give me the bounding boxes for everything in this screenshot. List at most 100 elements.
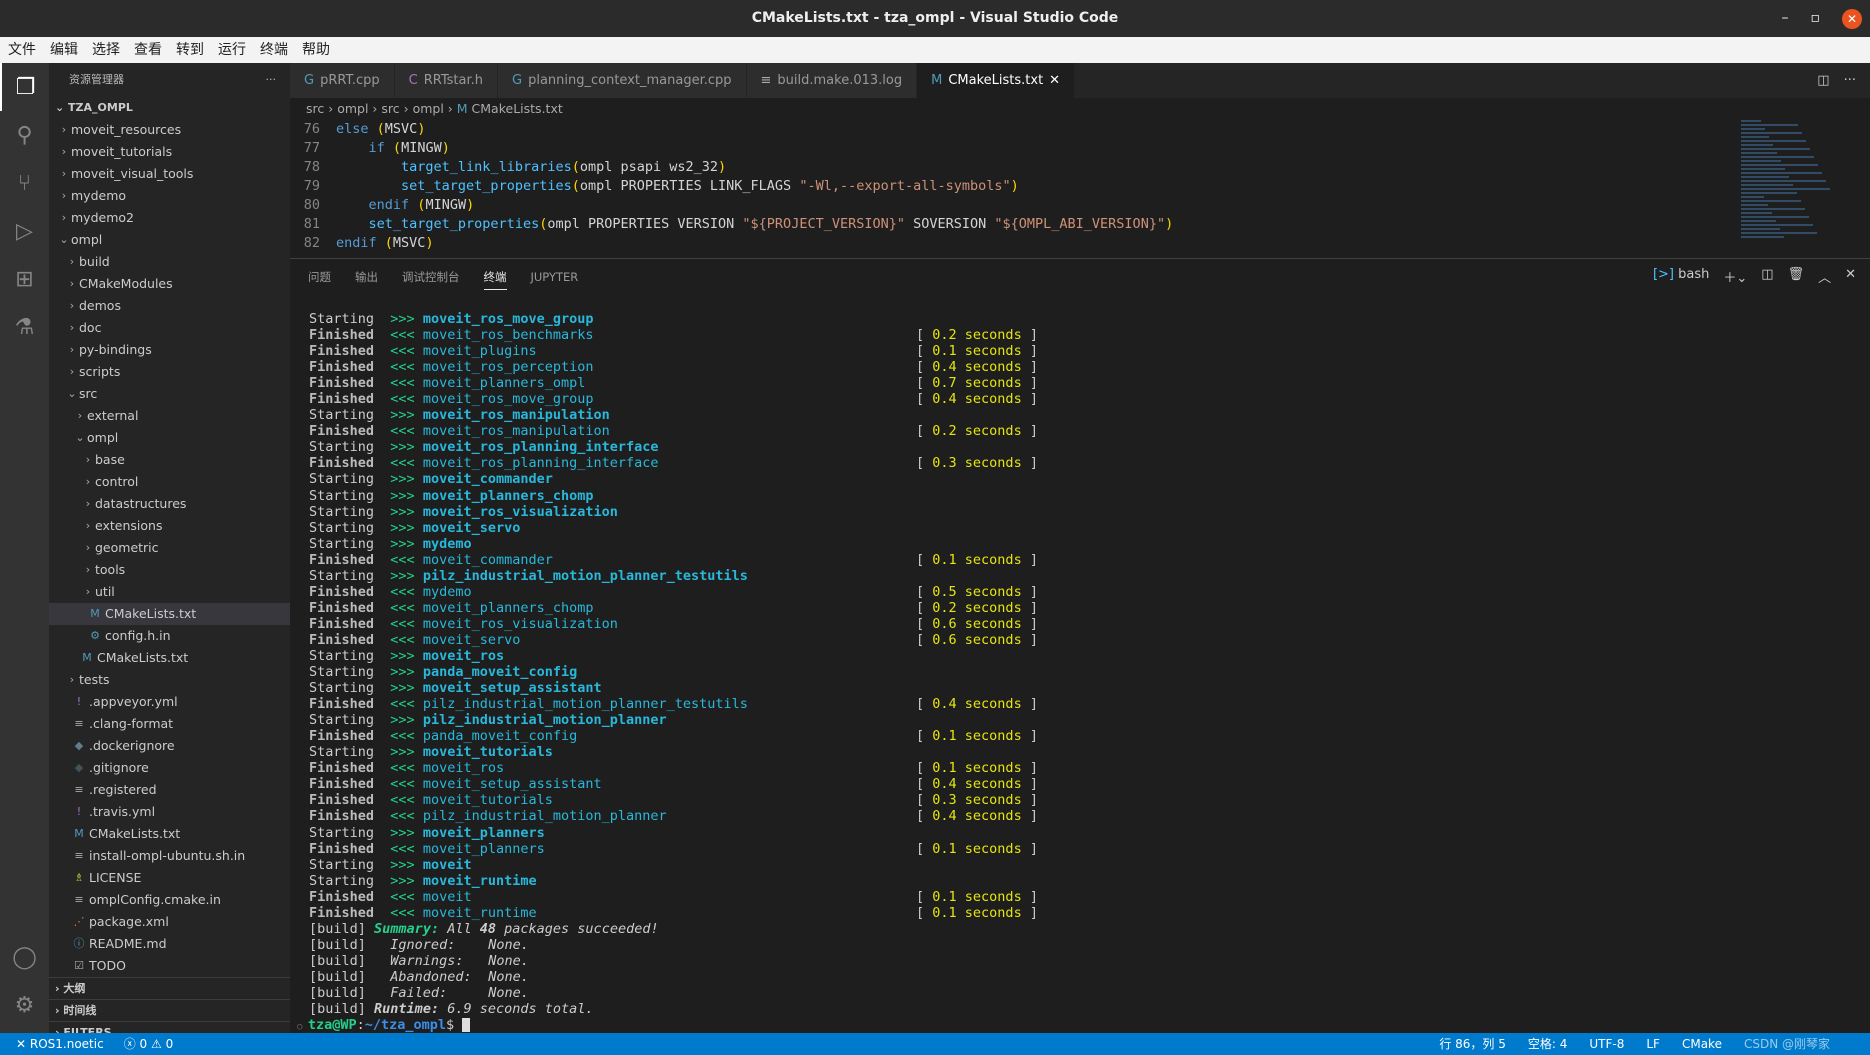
more-actions-icon[interactable]: ··· xyxy=(266,63,277,97)
folder-item[interactable]: › mydemo xyxy=(49,185,290,207)
maximize-button[interactable]: ▫ xyxy=(1811,0,1821,37)
trash-icon[interactable]: 🗑 xyxy=(1788,267,1805,286)
breadcrumb-item[interactable]: ompl xyxy=(337,101,368,116)
editor-tab[interactable]: Gplanning_context_manager.cpp xyxy=(498,63,747,98)
close-tab-icon[interactable]: ✕ xyxy=(1049,63,1060,98)
folder-item[interactable]: › py-bindings xyxy=(49,339,290,361)
new-terminal-icon[interactable]: ＋⌄ xyxy=(1723,267,1747,286)
panel-tab[interactable]: JUPYTER xyxy=(531,270,579,284)
folder-item[interactable]: › base xyxy=(49,449,290,471)
file-item[interactable]: ≡ omplConfig.cmake.in xyxy=(49,889,290,911)
menu-item[interactable]: 终端 xyxy=(260,37,288,63)
minimap-line xyxy=(1741,128,1765,130)
close-panel-icon[interactable]: ✕ xyxy=(1845,267,1856,286)
account-icon[interactable]: ◯ xyxy=(0,933,49,981)
search-icon[interactable]: ⚲ xyxy=(0,111,49,159)
more-actions-icon[interactable]: ··· xyxy=(1844,63,1856,98)
minimap[interactable] xyxy=(1735,118,1857,258)
testing-icon[interactable]: ⚗ xyxy=(0,303,49,351)
file-item[interactable]: ⓘ README.md xyxy=(49,933,290,955)
sidebar-section[interactable]: › 大纲 xyxy=(49,977,290,999)
file-type-icon: ! xyxy=(76,695,82,708)
panel-tab[interactable]: 输出 xyxy=(355,269,378,285)
menu-item[interactable]: 选择 xyxy=(92,37,120,63)
file-item[interactable]: ≡ install-ompl-ubuntu.sh.in xyxy=(49,845,290,867)
panel-tab[interactable]: 终端 xyxy=(483,269,507,290)
folder-item[interactable]: › tools xyxy=(49,559,290,581)
folder-item[interactable]: › external xyxy=(49,405,290,427)
menu-item[interactable]: 查看 xyxy=(134,37,162,63)
menu-item[interactable]: 编辑 xyxy=(50,37,78,63)
folder-item[interactable]: ⌄ src xyxy=(49,383,290,405)
menu-item[interactable]: 转到 xyxy=(176,37,204,63)
sidebar-section[interactable]: › 时间线 xyxy=(49,999,290,1021)
folder-item[interactable]: ⌄ ompl xyxy=(49,229,290,251)
menu-item[interactable]: 运行 xyxy=(218,37,246,63)
panel-tab[interactable]: 问题 xyxy=(308,269,331,285)
breadcrumb-item[interactable]: src xyxy=(381,101,399,116)
remote-indicator[interactable]: ✕ ROS1.noetic xyxy=(16,1033,104,1055)
terminal-shell[interactable]: [>] bash xyxy=(1653,267,1709,286)
folder-item[interactable]: › build xyxy=(49,251,290,273)
close-window-button[interactable]: ✕ xyxy=(1842,8,1862,29)
split-terminal-icon[interactable]: ◫ xyxy=(1761,267,1773,286)
file-item[interactable]: ◆ .dockerignore xyxy=(49,735,290,757)
folder-item[interactable]: › moveit_tutorials xyxy=(49,141,290,163)
panel-tab[interactable]: 调试控制台 xyxy=(402,269,460,285)
language-mode[interactable]: CMake xyxy=(1682,1033,1722,1055)
file-item[interactable]: ◆ .gitignore xyxy=(49,757,290,779)
editor-tab[interactable]: GpRRT.cpp xyxy=(290,63,395,98)
file-item[interactable]: ⚙ config.h.in xyxy=(49,625,290,647)
breadcrumb-item[interactable]: ompl xyxy=(413,101,444,116)
file-item[interactable]: ! .travis.yml xyxy=(49,801,290,823)
folder-item[interactable]: › datastructures xyxy=(49,493,290,515)
gear-icon[interactable]: ⚙ xyxy=(0,981,49,1029)
editor-tab[interactable]: ≡ build.make.013.log xyxy=(746,63,918,98)
minimize-button[interactable]: – xyxy=(1782,0,1789,37)
file-item[interactable]: M CMakeLists.txt xyxy=(49,823,290,845)
file-item[interactable]: ! .appveyor.yml xyxy=(49,691,290,713)
folder-item[interactable]: › tests xyxy=(49,669,290,691)
folder-item[interactable]: › doc xyxy=(49,317,290,339)
editor-tab[interactable]: M CMakeLists.txt ✕ xyxy=(917,63,1076,98)
folder-item[interactable]: › CMakeModules xyxy=(49,273,290,295)
package-name: moveit_planners_chomp xyxy=(422,487,594,504)
folder-item[interactable]: › control xyxy=(49,471,290,493)
run-debug-icon[interactable]: ▷ xyxy=(0,207,49,255)
code-editor[interactable]: 76 else (MSVC) 77 if (MINGW) 78 target_link… xyxy=(290,120,1735,258)
folder-item[interactable]: › moveit_visual_tools xyxy=(49,163,290,185)
problems-indicator[interactable]: ⓧ 0 ⚠ 0 xyxy=(124,1033,174,1055)
file-item[interactable]: M CMakeLists.txt xyxy=(49,647,290,669)
source-control-icon[interactable]: ⑂ xyxy=(0,159,49,207)
breadcrumb-item[interactable]: CMakeLists.txt xyxy=(472,101,563,116)
cursor-position[interactable]: 行 86，列 5 xyxy=(1439,1033,1506,1055)
file-item[interactable]: M CMakeLists.txt xyxy=(49,603,290,625)
folder-item[interactable]: › mydemo2 xyxy=(49,207,290,229)
workspace-root[interactable]: ⌄ TZA_OMPL xyxy=(49,97,290,119)
prompt-line[interactable]: ○ tza@WP:~/tza_ompl$ xyxy=(297,1017,1849,1033)
folder-item[interactable]: › demos xyxy=(49,295,290,317)
file-item[interactable]: ☑ TODO xyxy=(49,955,290,977)
encoding[interactable]: UTF-8 xyxy=(1589,1033,1624,1055)
file-item[interactable]: ≡ .registered xyxy=(49,779,290,801)
file-item[interactable]: ⋰ package.xml xyxy=(49,911,290,933)
explorer-icon[interactable]: ❐ xyxy=(0,63,49,111)
file-item[interactable]: ≡ .clang-format xyxy=(49,713,290,735)
breadcrumb-item[interactable]: src xyxy=(306,101,324,116)
line-ending[interactable]: LF xyxy=(1646,1033,1660,1055)
menu-item[interactable]: 帮助 xyxy=(302,37,330,63)
folder-item[interactable]: › extensions xyxy=(49,515,290,537)
folder-item[interactable]: ⌄ ompl xyxy=(49,427,290,449)
folder-item[interactable]: › moveit_resources xyxy=(49,119,290,141)
file-item[interactable]: ♗ LICENSE xyxy=(49,867,290,889)
folder-item[interactable]: › geometric xyxy=(49,537,290,559)
terminal-output[interactable]: Starting >>> moveit_ros_move_group Finish… xyxy=(297,311,1849,1033)
maximize-panel-icon[interactable]: ︿ xyxy=(1818,267,1831,286)
extensions-icon[interactable]: ⊞ xyxy=(0,255,49,303)
split-editor-icon[interactable]: ◫ xyxy=(1817,63,1829,98)
folder-item[interactable]: › scripts xyxy=(49,361,290,383)
indentation[interactable]: 空格: 4 xyxy=(1528,1033,1568,1055)
folder-item[interactable]: › util xyxy=(49,581,290,603)
menu-item[interactable]: 文件 xyxy=(8,37,36,63)
editor-tab[interactable]: C RRTstar.h xyxy=(394,63,498,98)
